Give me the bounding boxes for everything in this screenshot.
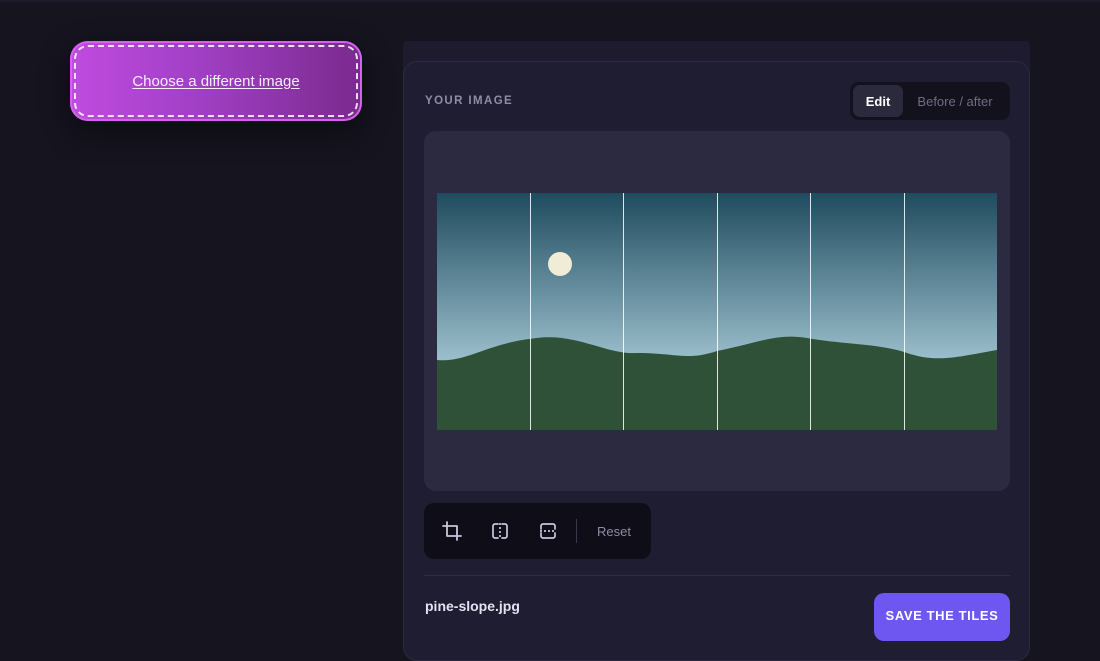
crop-icon	[442, 521, 462, 541]
choose-image-label: Choose a different image	[132, 72, 300, 90]
split-horizontal-icon	[540, 523, 556, 539]
tile-divider	[623, 193, 624, 430]
footer-separator	[424, 575, 1010, 576]
tile-divider	[530, 193, 531, 430]
edit-toolbar: Reset	[424, 503, 651, 559]
image-preview[interactable]	[437, 193, 997, 430]
split-horizontal-button[interactable]	[534, 517, 562, 545]
toggle-edit[interactable]: Edit	[853, 85, 903, 117]
split-vertical-button[interactable]	[486, 517, 514, 545]
tile-divider	[904, 193, 905, 430]
crop-button[interactable]	[438, 517, 466, 545]
file-name: pine-slope.jpg	[425, 598, 520, 614]
top-border	[0, 0, 1100, 2]
save-tiles-button[interactable]: SAVE THE TILES	[874, 593, 1010, 641]
image-panel: YOUR IMAGE Edit Before / after Reset pin…	[403, 61, 1030, 661]
toggle-before-after[interactable]: Before / after	[903, 85, 1007, 117]
panel-title: YOUR IMAGE	[425, 95, 514, 107]
split-vertical-icon	[492, 523, 508, 539]
tile-divider	[717, 193, 718, 430]
toolbar-divider	[576, 519, 577, 543]
reset-button[interactable]: Reset	[597, 524, 631, 539]
view-toggle: Edit Before / after	[850, 82, 1010, 120]
image-stage	[424, 131, 1010, 491]
tile-divider	[810, 193, 811, 430]
choose-image-button[interactable]: Choose a different image	[70, 41, 362, 121]
sun	[548, 252, 572, 276]
